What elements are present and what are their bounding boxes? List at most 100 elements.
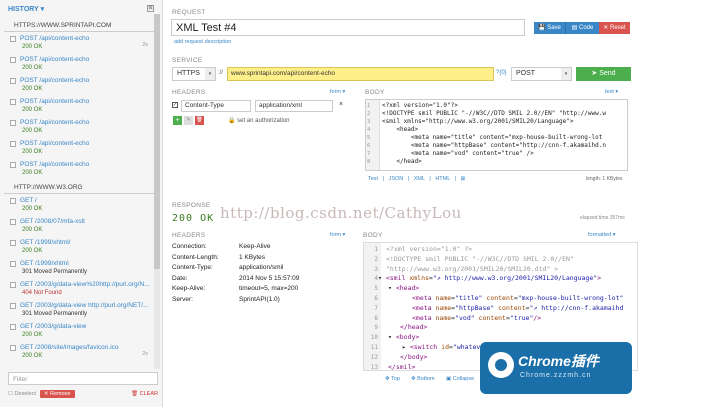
history-item-request[interactable]: POST /api/content-echo (20, 56, 155, 63)
history-item-request[interactable]: GET /2003/g/data-view (20, 323, 155, 330)
history-item-checkbox[interactable] (10, 36, 16, 42)
history-item-checkbox[interactable] (10, 345, 16, 351)
history-item-checkbox[interactable] (10, 198, 16, 204)
request-body-editor[interactable]: 1 <?xml version="1.0"?> 2 <!DOCTYPE smil PU… (365, 99, 628, 171)
remove-button[interactable]: ✕ Remove (39, 390, 75, 398)
history-item[interactable]: GET /1999/xhtml 301 Moved Permanently (0, 257, 162, 278)
scheme-select[interactable]: HTTPS ▾ (172, 67, 216, 81)
history-item-request[interactable]: GET /2003/g/data-view%20http://purl.org/… (20, 281, 155, 288)
scheme-separator: :// (218, 70, 224, 76)
history-item-request[interactable]: POST /api/content-echo (20, 161, 155, 168)
history-item-request[interactable]: POST /api/content-echo (20, 35, 155, 42)
line-number: 9 (374, 324, 378, 332)
history-item-request[interactable]: GET /2008/07/mfa-xslt (20, 218, 155, 225)
body-line: </head> (382, 158, 422, 165)
scrollbar[interactable] (154, 14, 160, 369)
header-enabled-checkbox[interactable]: ✓ (172, 102, 178, 108)
line-number: 3 (374, 265, 378, 273)
request-title-input[interactable]: XML Test #4 (171, 19, 525, 36)
header-value-input[interactable]: application/xml (255, 100, 333, 112)
add-header-icon[interactable]: + (173, 116, 182, 125)
save-button[interactable]: 💾 Save (534, 22, 565, 34)
add-description-link[interactable]: add request description (174, 39, 231, 45)
history-item-request[interactable]: POST /api/content-echo (20, 119, 155, 126)
response-status: 200 OK (172, 213, 215, 224)
history-item-request[interactable]: POST /api/content-echo (20, 77, 155, 84)
history-item-checkbox[interactable] (10, 282, 16, 288)
send-button[interactable]: ➤ Send (576, 67, 631, 81)
history-item-request[interactable]: GET / (20, 197, 155, 204)
close-icon[interactable]: ⊠ (147, 5, 154, 12)
body-line: <meta name="httpBase" content="http://cn… (382, 142, 606, 149)
history-item-checkbox[interactable] (10, 240, 16, 246)
header-name-input[interactable]: Content-Type (181, 100, 251, 112)
history-item-status: 200 OK (22, 248, 43, 254)
xml-line: ▾ <smil xmlns="↗ http://www.w3.org/2001/… (378, 274, 602, 283)
reset-button[interactable]: ✕ Reset (599, 22, 630, 34)
filter-input[interactable]: Filter (8, 372, 158, 385)
line-number: 8 (374, 314, 378, 322)
history-item-request[interactable]: POST /api/content-echo (20, 98, 155, 105)
history-item[interactable]: GET /2008/07/mfa-xslt 200 OK (0, 215, 162, 236)
history-item[interactable]: GET /2003/g/data-view%20http://purl.org/… (0, 278, 162, 299)
badge-title: Chrome插件 (518, 353, 599, 369)
history-item-checkbox[interactable] (10, 162, 16, 168)
response-tool-top[interactable]: ✥ Top (385, 376, 400, 382)
set-authorization-link[interactable]: 🔒 set an authorization (228, 117, 290, 124)
history-item[interactable]: POST /api/content-echo 200 OK (0, 74, 162, 95)
deselect-button[interactable]: ☐ Deselect (8, 391, 36, 397)
history-item[interactable]: GET /2008/site/images/favicon.ico 200 OK 2… (0, 341, 162, 362)
history-item[interactable]: POST /api/content-echo 200 OK (0, 116, 162, 137)
history-item-checkbox[interactable] (10, 120, 16, 126)
headers-form-toggle[interactable]: form ▾ (330, 89, 345, 95)
history-item[interactable]: GET /2003/g/data-view http://purl.org/NE… (0, 299, 162, 320)
history-title[interactable]: HISTORY ▾ (8, 5, 44, 13)
line-number: 4 (374, 275, 378, 283)
remove-header-icon[interactable]: × (339, 101, 343, 108)
history-item[interactable]: GET /1999/xhtml/200 OK (0, 236, 162, 257)
response-header-value: 2014 Nov 5 15:57:09 (239, 274, 300, 282)
query-params-link[interactable]: ?{0} (496, 70, 507, 76)
history-item-request[interactable]: GET /1999/xhtml/ (20, 239, 155, 246)
response-tool-bottom[interactable]: ✥ Bottom (411, 376, 435, 382)
line-number: 12 (370, 353, 378, 361)
history-item-checkbox[interactable] (10, 99, 16, 105)
body-format-links[interactable]: Text | JSON | XML | HTML | ⊠ (368, 176, 465, 182)
history-item-checkbox[interactable] (10, 261, 16, 267)
history-item-status: 200 OK (22, 44, 43, 50)
formatted-toggle[interactable]: formatted ▾ (588, 232, 616, 238)
clear-button[interactable]: 🗑 CLEAR (131, 391, 158, 397)
response-tool-collapse[interactable]: ▣ Collapse (446, 376, 474, 382)
line-number: 2 (367, 111, 371, 117)
history-item[interactable]: GET / 200 OK (0, 194, 162, 215)
history-item-request[interactable]: GET /2008/site/images/favicon.ico (20, 344, 155, 351)
history-item-checkbox[interactable] (10, 324, 16, 330)
history-item-request[interactable]: POST /api/content-echo (20, 140, 155, 147)
edit-header-icon[interactable]: ✎ (184, 116, 193, 125)
history-item-checkbox[interactable] (10, 219, 16, 225)
line-number: 5 (367, 135, 371, 141)
history-item-checkbox[interactable] (10, 141, 16, 147)
history-item[interactable]: POST /api/content-echo 200 OK (0, 53, 162, 74)
history-item-checkbox[interactable] (10, 57, 16, 63)
history-item-checkbox[interactable] (10, 78, 16, 84)
code-button[interactable]: ▤ Code (565, 22, 599, 34)
history-item[interactable]: GET /2003/g/data-view 200 OK (0, 320, 162, 341)
url-input[interactable]: www.sprintapi.com/api/content-echo (227, 67, 494, 81)
history-group-host: HTTP://WWW.W3.ORG (4, 179, 158, 194)
body-line: <meta name="vod" content="true" /> (382, 150, 534, 157)
history-item[interactable]: POST /api/content-echo 200 OK (0, 137, 162, 158)
trash-icon[interactable]: 🗑 (195, 116, 204, 125)
method-select[interactable]: POST ▾ (511, 67, 572, 81)
history-item-request[interactable]: GET /2003/g/data-view http://purl.org/NE… (20, 302, 155, 309)
history-item[interactable]: POST /api/content-echo 200 OK 2x (0, 32, 162, 53)
body-text-toggle[interactable]: text ▾ (605, 89, 618, 95)
response-form-toggle[interactable]: form ▾ (330, 232, 345, 238)
line-number: 4 (367, 127, 371, 133)
scrollbar-thumb[interactable] (154, 14, 160, 269)
history-header: HISTORY ▾ ⊠ (0, 0, 162, 17)
history-item[interactable]: POST /api/content-echo 200 OK (0, 158, 162, 179)
history-item-request[interactable]: GET /1999/xhtml (20, 260, 155, 267)
history-item[interactable]: POST /api/content-echo 200 OK (0, 95, 162, 116)
history-item-checkbox[interactable] (10, 303, 16, 309)
